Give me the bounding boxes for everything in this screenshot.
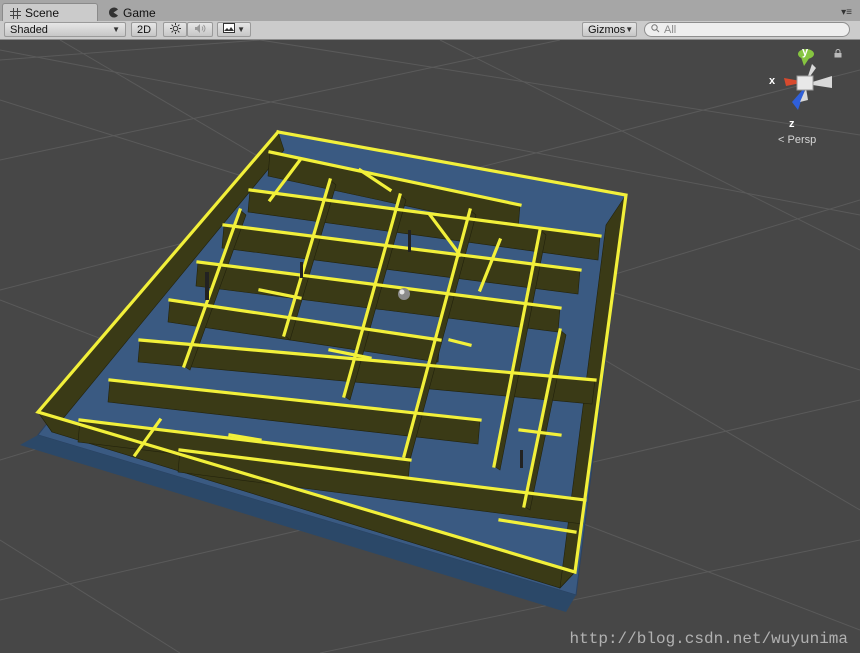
render-mode-label: Shaded [10, 23, 48, 36]
gizmo-axis-z: z [789, 118, 795, 130]
sun-icon [169, 22, 181, 37]
gizmo-axis-x: x [769, 75, 776, 87]
render-mode-dropdown[interactable]: Shaded ▼ [4, 22, 126, 37]
gizmo-axis-y: y [802, 46, 809, 58]
scene-orientation-gizmo[interactable] [784, 49, 832, 110]
image-icon [223, 23, 235, 36]
unity-scene-window: Scene Game ▾≡ Shaded ▼ 2D ▼ Gizmos ▼ All… [0, 0, 860, 653]
speaker-icon [194, 23, 206, 37]
tab-game-label: Game [123, 5, 156, 20]
chevron-down-icon: ▼ [625, 25, 634, 34]
scene-lighting-button[interactable] [163, 22, 187, 37]
mode-2d-button[interactable]: 2D [131, 22, 157, 37]
watermark-text: http://blog.csdn.net/wuyunima [569, 630, 848, 648]
player-ball[interactable] [398, 288, 410, 300]
scene-audio-button[interactable] [187, 22, 213, 37]
tab-scene-label: Scene [25, 6, 60, 20]
window-menu-icon[interactable]: ▾≡ [841, 7, 852, 18]
hierarchy-search-input[interactable]: All [644, 22, 850, 37]
tab-bar: Scene Game ▾≡ [0, 0, 860, 22]
chevron-down-icon: ▼ [112, 25, 120, 34]
tab-scene[interactable]: Scene [2, 3, 98, 22]
search-placeholder: All [664, 23, 677, 36]
scene-render: y x z [0, 40, 860, 653]
pacman-icon [107, 7, 119, 19]
scene-toolbar: Shaded ▼ 2D ▼ Gizmos ▼ All [0, 21, 860, 40]
gizmos-dropdown[interactable]: Gizmos ▼ [582, 22, 637, 37]
chevron-down-icon: ▼ [237, 25, 245, 34]
persp-icon: < [778, 134, 785, 146]
scene-viewport[interactable]: y x z < Persp http://blog.csdn.net/wuyun… [0, 40, 860, 653]
mode-2d-label: 2D [136, 23, 152, 36]
search-icon [651, 23, 661, 36]
scene-effects-dropdown[interactable]: ▼ [217, 22, 251, 37]
projection-toggle[interactable]: < Persp [778, 134, 816, 146]
tab-game[interactable]: Game [100, 3, 190, 21]
gizmos-label: Gizmos [588, 23, 626, 36]
projection-label: Persp [787, 134, 817, 146]
grid-icon [9, 7, 21, 19]
